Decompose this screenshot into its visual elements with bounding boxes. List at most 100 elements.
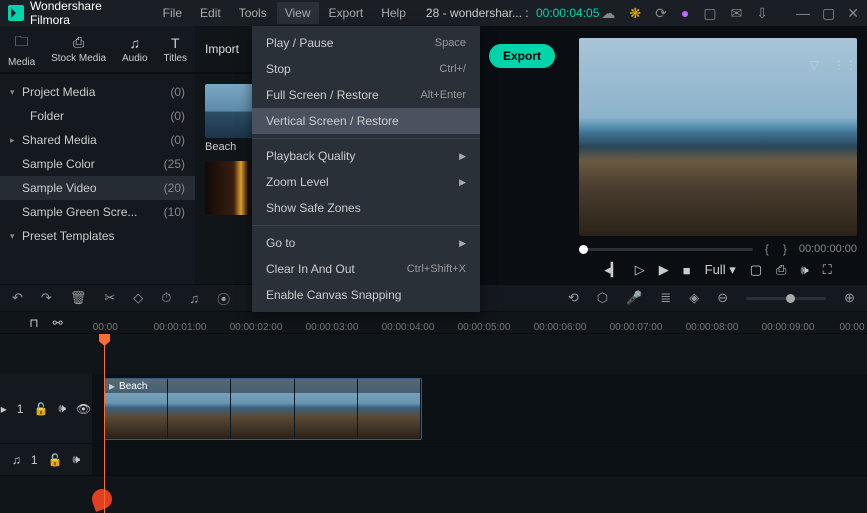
cloud-icon[interactable]: ☁ [601,5,615,22]
snapshot-icon[interactable]: ⎙ [776,262,786,278]
lock-icon[interactable]: 🔓 [48,453,63,467]
track-body[interactable]: ▸Beach [92,374,867,443]
speed-icon[interactable]: ⏱ [161,290,171,306]
redo-icon[interactable]: ↷ [41,290,52,306]
dd-vertical-screen[interactable]: Vertical Screen / Restore [252,108,480,134]
playhead[interactable] [104,334,105,513]
mute-icon[interactable]: 🕪 [58,401,66,416]
tree-sample-color[interactable]: Sample Color(25) [0,152,195,176]
mail-icon[interactable]: ✉ [731,5,743,22]
record-icon[interactable]: 🎤 [626,290,642,306]
timeline-clip-beach[interactable]: ▸Beach [104,378,422,440]
marker-icon[interactable]: ⬡ [597,290,608,306]
mixer-icon[interactable]: ≣ [660,290,671,306]
dd-safe-zones[interactable]: Show Safe Zones [252,195,480,221]
app-logo: Wondershare Filmora [8,0,145,27]
menu-file[interactable]: File [155,2,190,24]
tree-project-media[interactable]: ▾Project Media(0) [0,80,195,104]
eye-icon[interactable]: 👁 [76,402,91,416]
menu-help[interactable]: Help [373,2,414,24]
step-back-icon[interactable]: ◂▎ [604,262,621,278]
magnet-icon[interactable]: ⊓ [29,316,38,330]
zoom-slider[interactable] [746,297,826,300]
tree-sample-green[interactable]: Sample Green Scre...(10) [0,200,195,224]
zoom-out-icon[interactable]: ⊖ [717,290,728,306]
timeline-ruler[interactable]: ⊓ ⚯ |00:00 00:00:01:00 00:00:02:00 00:00… [0,312,867,334]
tab-titles[interactable]: TTitles [157,31,193,68]
tracks: ▸ 1 🔓 🕪 👁 ▸Beach ♫ 1 🔓 🕪 [0,334,867,513]
audio-track-1: ♫ 1 🔓 🕪 [0,444,867,476]
app-title: Wondershare Filmora [30,0,145,27]
dd-playback-quality[interactable]: Playback Quality▶ [252,143,480,169]
adjust-icon[interactable]: ♫ [189,291,199,306]
scrub-bar[interactable] [579,248,753,251]
chevron-right-icon: ▶ [459,177,466,188]
music-icon: ♫ [130,35,141,51]
clip-icon: ▸ [109,379,115,393]
tab-audio[interactable]: ♫Audio [116,31,154,68]
view-dropdown: Play / PauseSpace StopCtrl+/ Full Screen… [252,26,480,312]
menu-view[interactable]: View [277,2,319,24]
bulb-icon[interactable]: ❋ [629,5,641,22]
track-audio-icon[interactable]: ♫ [12,453,21,467]
video-track-1: ▸ 1 🔓 🕪 👁 ▸Beach [0,374,867,444]
ruler-times[interactable]: |00:00 00:00:01:00 00:00:02:00 00:00:03:… [92,312,867,333]
dd-separator [252,225,480,226]
scrub-handle[interactable] [579,245,588,254]
minimize-icon[interactable]: — [796,5,810,22]
delete-icon[interactable]: 🗑 [70,290,87,306]
export-button[interactable]: Export [489,44,555,68]
grid-icon[interactable]: ⋮⋮ [833,58,857,72]
dd-fullscreen[interactable]: Full Screen / RestoreAlt+Enter [252,82,480,108]
mute-icon[interactable]: 🕪 [73,452,81,467]
filter-icon[interactable]: ▽ [810,58,819,72]
quality-dropdown[interactable]: Full ▾ [705,262,736,278]
dd-clear-in-out: Clear In And OutCtrl+Shift+X [252,256,480,282]
volume-icon[interactable]: 🕪 [800,262,808,278]
menu-export[interactable]: Export [321,2,372,24]
crop-icon[interactable]: ◇ [133,290,143,306]
menu-tools[interactable]: Tools [231,2,275,24]
refresh-icon[interactable]: ⟳ [655,5,667,22]
display-icon[interactable]: ▢ [750,262,762,278]
tree-preset-templates[interactable]: ▾Preset Templates [0,224,195,248]
tree-folder[interactable]: Folder(0) [0,104,195,128]
split-icon[interactable]: ⟲ [568,290,579,306]
play-icon[interactable]: ▶ [659,262,669,278]
dd-zoom-level[interactable]: Zoom Level▶ [252,169,480,195]
folder-icon: 🗀 [15,31,29,55]
mark-in-icon[interactable]: { [763,242,771,256]
dd-play-pause[interactable]: Play / PauseSpace [252,30,480,56]
tree-sample-video[interactable]: Sample Video(20) [0,176,195,200]
stop-icon[interactable]: ■ [683,263,691,278]
chevron-right-icon: ▶ [459,151,466,162]
tree-shared-media[interactable]: ▸Shared Media(0) [0,128,195,152]
maximize-icon[interactable]: ▢ [822,5,835,22]
lock-icon[interactable]: 🔓 [33,402,48,416]
notification-icon[interactable]: ● [681,5,689,21]
expand-icon[interactable]: ⛶ [823,262,832,278]
dd-goto[interactable]: Go to▶ [252,230,480,256]
mic-icon[interactable]: ⇩ [756,5,768,22]
close-icon[interactable]: ✕ [847,5,859,22]
preview-timecode: 00:00:00:00 [799,243,857,255]
dd-stop[interactable]: StopCtrl+/ [252,56,480,82]
menu-edit[interactable]: Edit [192,2,229,24]
play-back-icon[interactable]: ▷ [635,262,645,278]
record-button[interactable] [89,486,115,512]
link-icon[interactable]: ⚯ [53,316,63,330]
tab-stock[interactable]: ⎙Stock Media [45,30,112,68]
import-button[interactable]: Import [205,42,239,56]
track-header: ▸ 1 🔓 🕪 👁 [0,374,92,443]
keyframe-icon[interactable]: ◈ [689,290,699,306]
color-icon[interactable]: ⦿ [217,289,230,308]
tab-media[interactable]: 🗀Media [2,27,41,72]
track-video-icon[interactable]: ▸ [1,402,7,416]
mark-out-icon[interactable]: } [781,242,789,256]
cut-icon[interactable]: ✂ [104,290,115,306]
save-icon[interactable]: ▢ [703,5,716,22]
undo-icon[interactable]: ↶ [12,290,23,306]
dd-canvas-snapping[interactable]: Enable Canvas Snapping [252,282,480,308]
track-body[interactable] [92,444,867,475]
zoom-in-icon[interactable]: ⊕ [844,290,855,306]
